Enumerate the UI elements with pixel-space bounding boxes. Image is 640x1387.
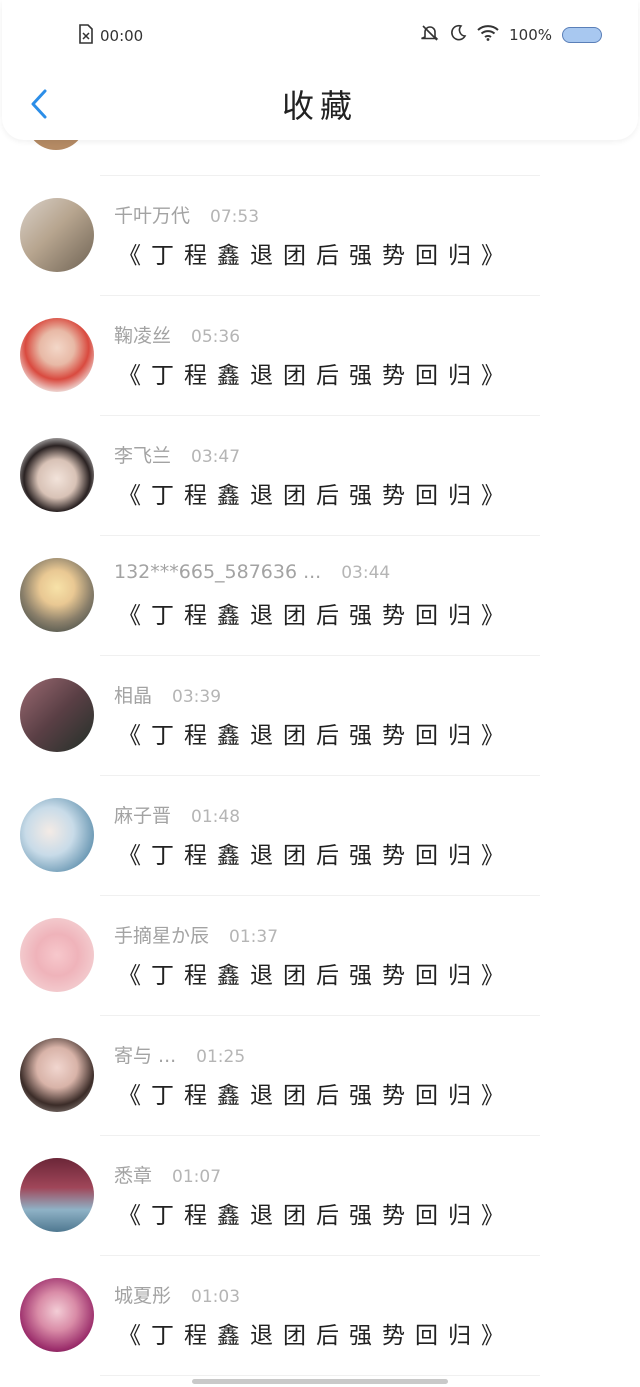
avatar[interactable] xyxy=(20,1038,94,1112)
item-meta: 寄与 ... 01:25 xyxy=(114,1041,245,1068)
user-name: 寄与 ... xyxy=(114,1045,177,1067)
app-header: 00:00 100% 收藏 xyxy=(2,0,638,140)
timestamp: 05:36 xyxy=(191,327,241,347)
page-title: 收藏 xyxy=(281,87,358,125)
avatar[interactable] xyxy=(20,798,94,872)
item-meta: 悉章 01:07 xyxy=(114,1161,221,1188)
timestamp: 01:03 xyxy=(191,1287,241,1307)
item-meta: 麻子晋 01:48 xyxy=(114,801,240,828)
avatar[interactable] xyxy=(20,1278,94,1352)
item-meta: 李飞兰 03:47 xyxy=(114,441,240,468)
user-name: 鞠凌丝 xyxy=(114,325,172,347)
timestamp: 01:37 xyxy=(229,927,279,947)
avatar[interactable] xyxy=(20,678,94,752)
message-text: 《丁程鑫退团后强势回归》 xyxy=(118,1203,514,1229)
message-text: 《丁程鑫退团后强势回归》 xyxy=(118,1323,514,1349)
status-time: 00:00 xyxy=(100,27,144,45)
message-text: 《丁程鑫退团后强势回归》 xyxy=(118,603,514,629)
user-name: 相晶 xyxy=(114,685,153,707)
item-meta: 相晶 03:39 xyxy=(114,681,221,708)
bell-off-icon xyxy=(421,24,439,46)
item-meta: 手摘星か辰 01:37 xyxy=(114,921,278,948)
user-name: 李飞兰 xyxy=(114,445,172,467)
timestamp: 03:44 xyxy=(341,563,391,583)
avatar[interactable] xyxy=(20,438,94,512)
timestamp: 01:07 xyxy=(172,1167,222,1187)
timestamp: 07:53 xyxy=(210,207,260,227)
list-item[interactable]: 相晶 03:39 《丁程鑫退团后强势回归》 xyxy=(0,656,640,776)
avatar[interactable] xyxy=(20,1158,94,1232)
user-name: 132***665_587636 ... xyxy=(114,561,322,583)
battery-percent: 100% xyxy=(509,26,552,44)
timestamp: 03:47 xyxy=(191,447,241,467)
list-item[interactable]: 寄与 ... 01:25 《丁程鑫退团后强势回归》 xyxy=(0,1016,640,1136)
user-name: 麻子晋 xyxy=(114,805,172,827)
user-name: 千叶万代 xyxy=(114,205,191,227)
home-indicator[interactable] xyxy=(192,1379,448,1384)
message-text: 《丁程鑫退团后强势回归》 xyxy=(118,843,514,869)
item-meta: 鞠凌丝 05:36 xyxy=(114,321,240,348)
avatar[interactable] xyxy=(20,918,94,992)
list-item[interactable]: 悉章 01:07 《丁程鑫退团后强势回归》 xyxy=(0,1136,640,1256)
message-text: 《丁程鑫退团后强势回归》 xyxy=(118,963,514,989)
item-meta: 千叶万代 07:53 xyxy=(114,201,259,228)
wifi-icon xyxy=(477,25,499,45)
timestamp: 03:39 xyxy=(172,687,222,707)
list-item[interactable]: 鞠凌丝 05:36 《丁程鑫退团后强势回归》 xyxy=(0,296,640,416)
user-name: 悉章 xyxy=(114,1165,153,1187)
timestamp: 01:25 xyxy=(196,1047,246,1067)
avatar[interactable] xyxy=(20,558,94,632)
message-text: 《丁程鑫退团后强势回归》 xyxy=(118,723,514,749)
user-name: 城夏彤 xyxy=(114,1285,172,1307)
list-item[interactable]: 手摘星か辰 01:37 《丁程鑫退团后强势回归》 xyxy=(0,896,640,1016)
list-item[interactable]: 千叶万代 07:53 《丁程鑫退团后强势回归》 xyxy=(0,176,640,296)
user-name: 手摘星か辰 xyxy=(114,925,210,947)
message-text: 《丁程鑫退团后强势回归》 xyxy=(118,1083,514,1109)
message-text: 《丁程鑫退团后强势回归》 xyxy=(118,363,514,389)
item-meta: 132***665_587636 ... 03:44 xyxy=(114,561,390,583)
message-text: 《丁程鑫退团后强势回归》 xyxy=(118,243,514,269)
list-item[interactable]: 李飞兰 03:47 《丁程鑫退团后强势回归》 xyxy=(0,416,640,536)
avatar[interactable] xyxy=(20,318,94,392)
list-item[interactable]: 132***665_587636 ... 03:44 《丁程鑫退团后强势回归》 xyxy=(0,536,640,656)
status-bar: 00:00 100% xyxy=(2,20,638,50)
avatar[interactable] xyxy=(20,198,94,272)
list-item[interactable]: 麻子晋 01:48 《丁程鑫退团后强势回归》 xyxy=(0,776,640,896)
battery-icon xyxy=(562,27,602,43)
item-meta: 城夏彤 01:03 xyxy=(114,1281,240,1308)
row-divider xyxy=(100,1375,540,1376)
title-bar: 收藏 xyxy=(2,84,638,128)
message-text: 《丁程鑫退团后强势回归》 xyxy=(118,483,514,509)
moon-icon xyxy=(449,24,467,46)
timestamp: 01:48 xyxy=(191,807,241,827)
list-item[interactable]: 城夏彤 01:03 《丁程鑫退团后强势回归》 xyxy=(0,1256,640,1376)
sim-card-icon xyxy=(78,24,94,48)
